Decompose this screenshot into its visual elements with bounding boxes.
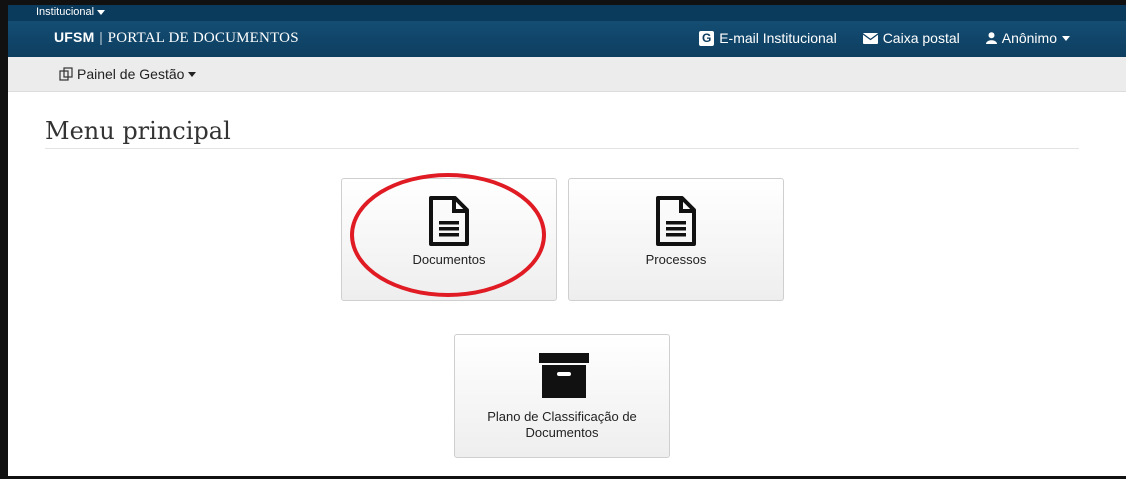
- sub-nav-bar: Painel de Gestão: [8, 57, 1126, 92]
- chevron-down-icon: [1062, 35, 1070, 41]
- envelope-icon: [862, 32, 878, 44]
- user-label: Anônimo: [1001, 30, 1057, 46]
- tile-label: Plano de Classificação de Documentos: [487, 409, 637, 440]
- brand-short: UFSM: [54, 29, 95, 45]
- chevron-down-icon: [188, 71, 197, 77]
- brand[interactable]: UFSM | PORTAL DE DOCUMENTOS: [54, 29, 299, 47]
- institucional-menu[interactable]: Institucional: [36, 6, 106, 18]
- brand-separator: |: [99, 30, 103, 46]
- frame-left: [0, 0, 8, 479]
- brand-title: PORTAL DE DOCUMENTOS: [107, 30, 299, 46]
- header-nav: G E-mail Institucional Caixa postal Anôn…: [699, 30, 1070, 46]
- tile-plano-classificacao[interactable]: Plano de Classificação de Documentos: [454, 334, 670, 458]
- google-icon: G: [699, 30, 715, 46]
- page-title: Menu principal: [45, 117, 231, 145]
- archive-box-icon: [539, 353, 589, 398]
- email-label: E-mail Institucional: [719, 30, 837, 46]
- chevron-down-icon: [97, 9, 106, 15]
- email-link[interactable]: G E-mail Institucional: [699, 30, 837, 46]
- header: UFSM | PORTAL DE DOCUMENTOS G E-mail Insti…: [8, 21, 1126, 57]
- tile-processos[interactable]: Processos: [568, 178, 784, 301]
- mailbox-label: Caixa postal: [882, 30, 960, 46]
- painel-gestao-label: Painel de Gestão: [77, 66, 185, 82]
- top-bar: Institucional: [8, 5, 1126, 21]
- institucional-label: Institucional: [36, 6, 95, 18]
- highlight-circle: [350, 173, 546, 297]
- user-menu[interactable]: Anônimo: [985, 30, 1070, 46]
- tile-label: Processos: [645, 252, 707, 267]
- mailbox-link[interactable]: Caixa postal: [862, 30, 960, 46]
- user-icon: [985, 32, 997, 44]
- painel-gestao-menu[interactable]: Painel de Gestão: [59, 66, 197, 82]
- title-divider: [45, 148, 1079, 149]
- document-icon: [656, 196, 696, 246]
- copy-icon: [59, 67, 73, 81]
